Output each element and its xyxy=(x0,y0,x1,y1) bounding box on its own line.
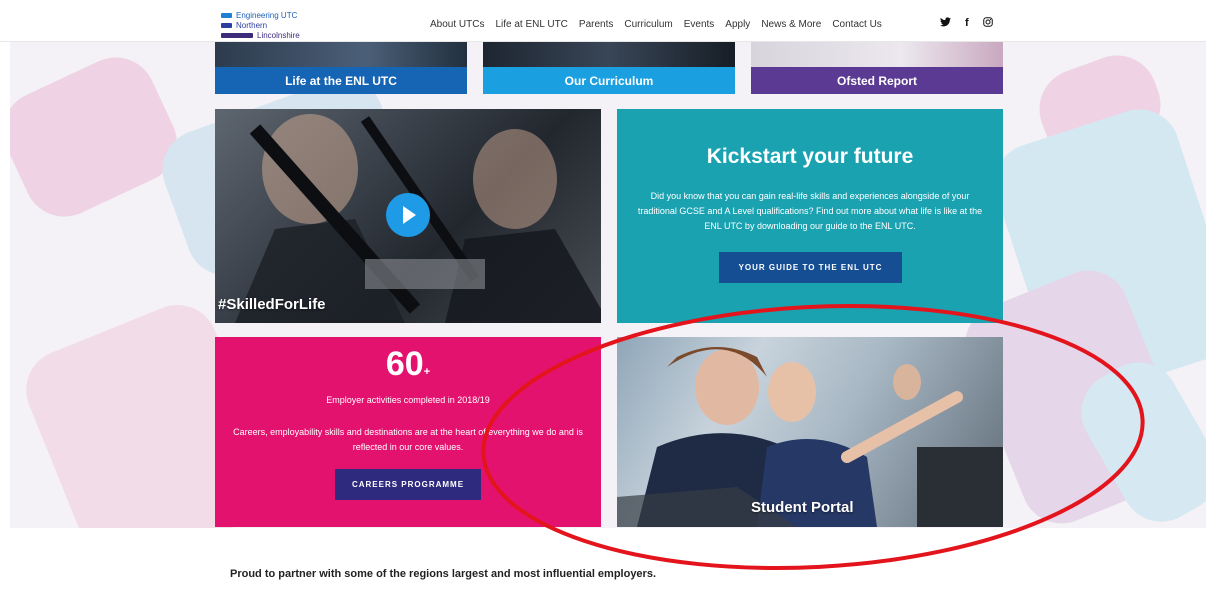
guide-button[interactable]: YOUR GUIDE TO THE ENL UTC xyxy=(719,252,902,283)
facebook-icon[interactable]: f xyxy=(965,17,969,30)
instagram-icon[interactable] xyxy=(982,17,993,30)
nav-life-at-enl-utc[interactable]: Life at ENL UTC xyxy=(495,19,567,30)
site-header: Engineering UTC Northern Lincolnshire Ab… xyxy=(0,0,1206,42)
tile-image xyxy=(215,42,467,67)
tile-label: Ofsted Report xyxy=(751,67,1003,94)
nav-news-more[interactable]: News & More xyxy=(761,19,821,30)
video-title: #SkilledForLife xyxy=(218,296,326,313)
tile-image xyxy=(483,42,735,67)
count-plus: + xyxy=(423,366,431,378)
our-curriculum-tile[interactable]: Our Curriculum xyxy=(483,42,735,94)
tile-image xyxy=(751,42,1003,67)
kickstart-tile: Kickstart your future Did you know that … xyxy=(617,109,1003,323)
social-links: f xyxy=(940,17,993,30)
life-at-enl-utc-tile[interactable]: Life at the ENL UTC xyxy=(215,42,467,94)
tile-label: Life at the ENL UTC xyxy=(215,67,467,94)
count-number: 60 xyxy=(385,345,424,383)
decorative-shape xyxy=(10,44,190,230)
portal-title: Student Portal xyxy=(751,499,854,516)
employer-activities-count: 60+ xyxy=(215,345,601,384)
nav-events[interactable]: Events xyxy=(684,19,715,30)
site-logo[interactable]: Engineering UTC Northern Lincolnshire xyxy=(221,10,321,40)
student-portal-tile[interactable]: Student Portal xyxy=(617,337,1003,527)
nav-curriculum[interactable]: Curriculum xyxy=(624,19,672,30)
tile-label: Our Curriculum xyxy=(483,67,735,94)
logo-text: Northern xyxy=(236,21,268,30)
kickstart-title: Kickstart your future xyxy=(706,145,914,168)
background-band xyxy=(10,42,1206,528)
logo-text: Engineering UTC xyxy=(236,11,298,20)
logo-bar xyxy=(221,33,253,38)
logo-text: Lincolnshire xyxy=(257,31,300,40)
twitter-icon[interactable] xyxy=(940,17,951,30)
careers-text: Careers, employability skills and destin… xyxy=(233,427,583,452)
employer-activities-subtitle: Employer activities completed in 2018/19 xyxy=(326,395,490,405)
main-nav: About UTCs Life at ENL UTC Parents Curri… xyxy=(430,19,882,30)
careers-tile: 60+ Employer activities completed in 201… xyxy=(215,337,601,527)
logo-bar xyxy=(221,13,232,18)
nav-contact-us[interactable]: Contact Us xyxy=(832,19,881,30)
partner-text: Proud to partner with some of the region… xyxy=(230,568,657,580)
logo-bar xyxy=(221,23,232,28)
kickstart-text: Did you know that you can gain real-life… xyxy=(637,191,983,231)
nav-parents[interactable]: Parents xyxy=(579,19,613,30)
nav-about-utcs[interactable]: About UTCs xyxy=(430,19,484,30)
careers-programme-button[interactable]: CAREERS PROGRAMME xyxy=(335,469,481,500)
ofsted-report-tile[interactable]: Ofsted Report xyxy=(751,42,1003,94)
nav-apply[interactable]: Apply xyxy=(725,19,750,30)
play-icon[interactable] xyxy=(386,193,430,237)
